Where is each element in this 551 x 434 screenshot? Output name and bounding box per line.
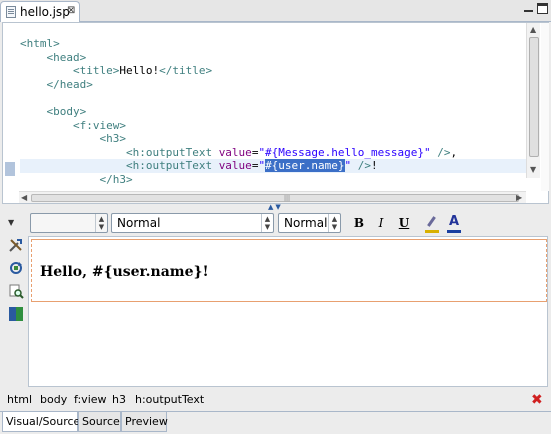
code-token: </h3> xyxy=(99,172,133,186)
breadcrumb-html[interactable]: html xyxy=(7,393,32,406)
code-line[interactable]: <f:view> xyxy=(20,119,526,133)
selected-text: #{user.name} xyxy=(265,159,345,173)
source-editor[interactable]: <html> <head> <title>Hello!</title> </he… xyxy=(2,22,549,204)
font-size-select[interactable]: Normal ▲ ▼ xyxy=(278,213,341,233)
code-line[interactable]: <title>Hello!</title> xyxy=(20,64,526,78)
tab-preview[interactable]: Preview xyxy=(121,412,168,432)
highlighter-icon xyxy=(427,216,436,227)
code-line[interactable]: </h3> xyxy=(20,173,526,187)
color-swatch xyxy=(447,230,461,233)
code-token: <h:outputText xyxy=(125,159,219,173)
code-token: ! xyxy=(371,159,378,173)
code-token: <head> xyxy=(46,50,87,64)
tab-visual-source[interactable]: Visual/Source xyxy=(2,412,80,432)
toolbar-menu-dropdown-icon[interactable]: ▼ xyxy=(8,218,14,227)
code-line[interactable]: <h:outputText value="#{user.name}" />! xyxy=(20,159,526,173)
vertical-scroll-thumb[interactable] xyxy=(529,37,539,157)
scroll-up-icon[interactable]: ▲ xyxy=(530,25,536,34)
close-icon[interactable]: ✖ xyxy=(531,392,543,408)
code-token: /> xyxy=(351,159,372,173)
scroll-right-icon[interactable]: ▶ xyxy=(516,193,522,202)
underline-button[interactable]: U xyxy=(396,216,412,232)
formatting-toolbar: ▼ ▲ ▼ Normal ▲ ▼ Normal ▲ ▼ B I U A xyxy=(0,211,551,236)
code-token: <html> xyxy=(20,37,60,50)
code-token: , xyxy=(450,145,458,159)
editor-mode-tabs: Visual/Source Source Preview xyxy=(0,411,551,434)
split-view-icon[interactable] xyxy=(8,306,24,322)
tab-source[interactable]: Source xyxy=(78,412,121,432)
spinner-icon: ▲ ▼ xyxy=(261,214,273,232)
breadcrumb-body[interactable]: body xyxy=(40,393,67,406)
font-color-icon: A xyxy=(448,214,460,229)
code-token: <h:outputText xyxy=(125,145,219,159)
spinner-icon: ▲ ▼ xyxy=(95,214,107,232)
overview-ruler xyxy=(541,23,549,191)
breadcrumb-h3[interactable]: h3 xyxy=(112,393,126,406)
grip-icon: ||| xyxy=(284,195,291,202)
code-token: </head> xyxy=(46,77,93,91)
jsp-file-icon xyxy=(6,6,16,18)
current-line-marker xyxy=(5,162,15,176)
code-token: </title> xyxy=(159,64,213,78)
splitter-arrows-icon[interactable]: ▲▼ xyxy=(268,203,283,211)
spinner-icon: ▲ ▼ xyxy=(328,214,340,232)
breadcrumb: html body f:view h3 h:outputText ✖ xyxy=(0,390,551,410)
paragraph-format-value: Normal xyxy=(117,216,161,230)
code-line[interactable]: <html> xyxy=(20,37,526,51)
selected-element-outline: Hello, #{user.name}! xyxy=(31,239,547,302)
breadcrumb-f-view[interactable]: f:view xyxy=(74,393,107,406)
horizontal-scrollbar[interactable]: ◀ ||| ▶ xyxy=(19,191,526,203)
code-token: Hello! xyxy=(119,64,160,78)
font-size-value: Normal xyxy=(284,216,328,230)
refresh-icon[interactable] xyxy=(8,260,24,276)
vertical-scrollbar[interactable]: ▲ ▼ xyxy=(526,23,540,178)
visual-tools-column xyxy=(4,236,26,386)
scroll-down-icon[interactable]: ▼ xyxy=(530,165,536,174)
background-color-button[interactable] xyxy=(424,215,440,233)
horizontal-scroll-thumb[interactable]: ||| xyxy=(31,194,519,202)
breadcrumb-h-outputtext[interactable]: h:outputText xyxy=(135,393,204,406)
code-line[interactable]: <h:outputText value="#{Message.hello_mes… xyxy=(20,146,526,160)
code-token: <body> xyxy=(46,104,87,118)
code-area[interactable]: <html> <head> <title>Hello!</title> </he… xyxy=(20,37,526,192)
code-line[interactable]: <head> xyxy=(20,51,526,65)
paragraph-format-select[interactable]: Normal ▲ ▼ xyxy=(111,213,274,233)
rendered-heading[interactable]: Hello, #{user.name}! xyxy=(40,264,209,280)
minimize-icon[interactable] xyxy=(523,3,534,14)
code-token: value xyxy=(218,145,252,159)
bold-button[interactable]: B xyxy=(351,216,367,232)
vertical-ruler xyxy=(3,23,16,191)
code-line[interactable]: </head> xyxy=(20,78,526,92)
italic-button[interactable]: I xyxy=(373,216,389,232)
code-line[interactable] xyxy=(20,91,526,105)
visual-editor-pane[interactable]: Hello, #{user.name}! xyxy=(28,236,548,387)
code-token: <h3> xyxy=(99,132,126,146)
code-token: "#{Message.hello_message}" xyxy=(258,145,431,159)
font-color-button[interactable]: A xyxy=(446,214,462,233)
scroll-left-icon[interactable]: ◀ xyxy=(21,193,27,202)
code-token: /> xyxy=(430,145,451,159)
code-token: <title> xyxy=(72,64,120,78)
find-icon[interactable] xyxy=(8,283,24,299)
code-token: <f:view> xyxy=(72,118,126,132)
code-line[interactable]: <body> xyxy=(20,105,526,119)
editor-tab-bar: hello.jsp ⊠ xyxy=(0,0,551,22)
code-line[interactable]: <h3> xyxy=(20,132,526,146)
maximize-icon[interactable] xyxy=(537,3,548,14)
code-token: value xyxy=(218,159,252,173)
color-swatch xyxy=(425,230,439,233)
tab-hello-jsp[interactable]: hello.jsp ⊠ xyxy=(0,1,80,22)
font-family-select[interactable]: ▲ ▼ xyxy=(30,213,108,233)
tools-icon[interactable] xyxy=(8,237,24,253)
tab-label: hello.jsp xyxy=(20,5,70,19)
close-tab-icon[interactable]: ⊠ xyxy=(67,5,75,16)
